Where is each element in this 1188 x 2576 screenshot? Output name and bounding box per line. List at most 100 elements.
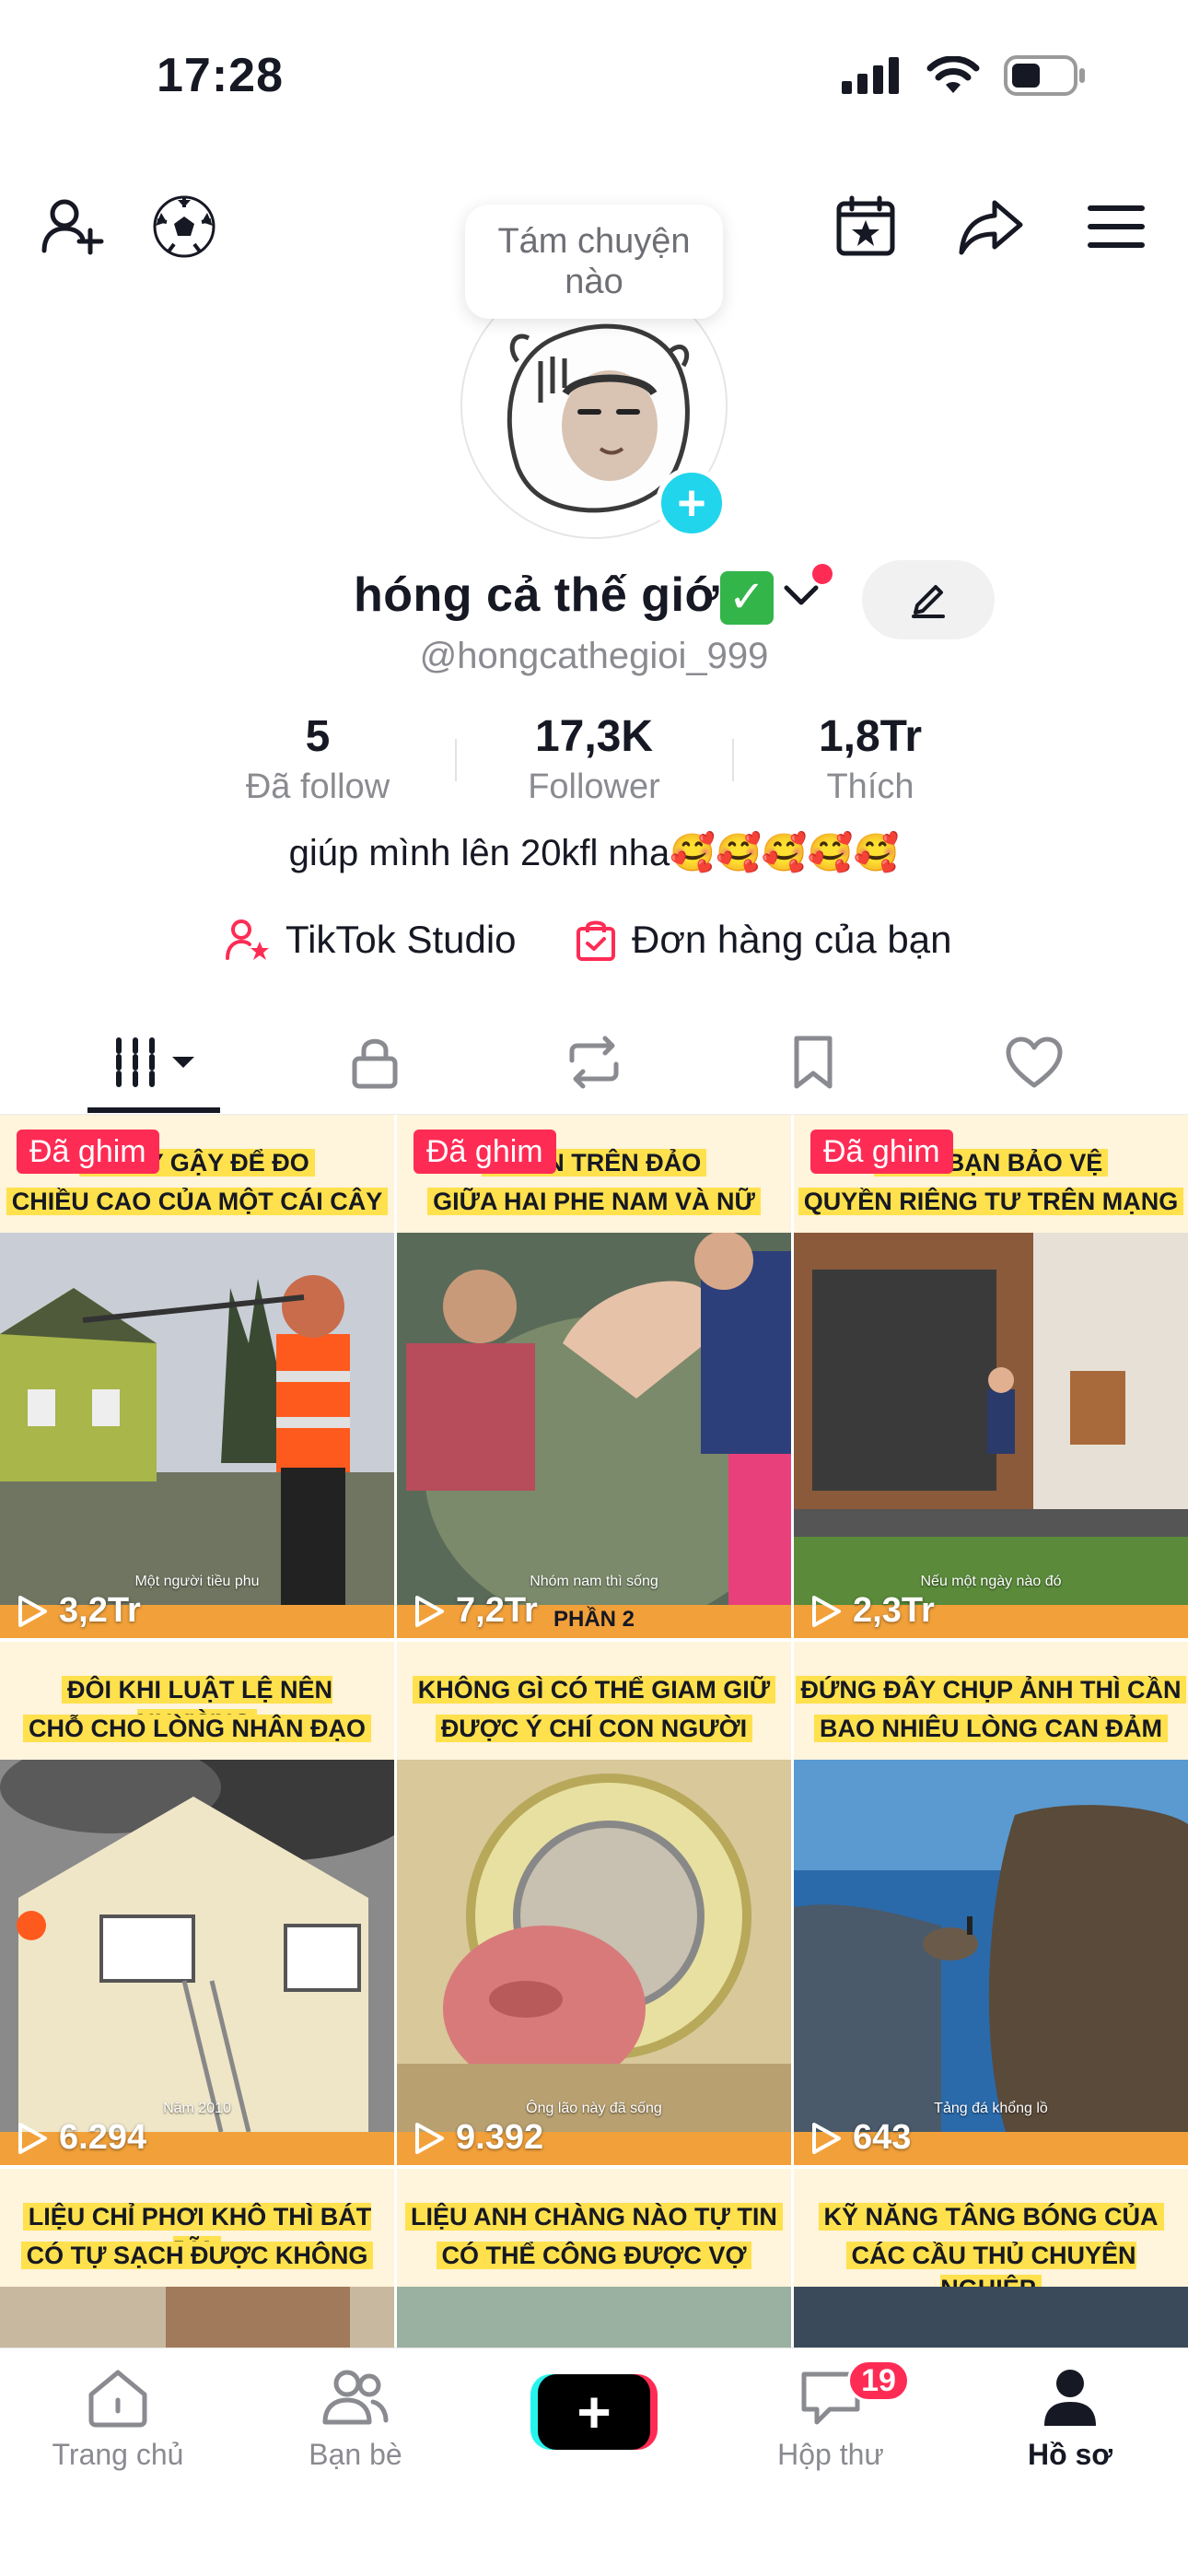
stat-divider: [455, 739, 457, 781]
stat-following[interactable]: 5 Đã follow: [207, 711, 428, 807]
video-caption-line: GIỮA HAI PHE NAM VÀ NỮ: [427, 1188, 761, 1215]
video-card[interactable]: GIÚP BẠN BẢO VỆ QUYỀN RIÊNG TƯ TRÊN MẠNG…: [794, 1115, 1188, 1638]
video-grid: G CÂY GẬY ĐỂ ĐO CHIỀU CAO CỦA MỘT CÁI CÂ…: [0, 1115, 1188, 2349]
wifi-icon: [926, 56, 980, 93]
tab-reposts[interactable]: [539, 1030, 649, 1095]
video-thumbnail: [397, 1233, 791, 1605]
battery-icon: [1004, 55, 1085, 96]
video-thumbnail: [794, 1760, 1188, 2132]
video-subtitle: Năm 2010: [163, 2101, 231, 2116]
video-caption-line: LIỆU ANH CHÀNG NÀO TỰ TIN: [405, 2203, 783, 2231]
stat-label: Thích: [826, 767, 914, 806]
video-caption-line: CÓ TỰ SẠCH ĐƯỢC KHÔNG: [20, 2242, 374, 2269]
profile-stats: 5 Đã follow 17,3K Follower 1,8Tr Thích: [0, 711, 1188, 822]
create-button[interactable]: +: [530, 2374, 658, 2450]
video-subtitle: Ông lão này đã sống: [526, 2101, 662, 2116]
stat-label: Đã follow: [245, 767, 390, 806]
video-thumbnail: [0, 1233, 394, 1605]
profile-tabs: [0, 1013, 1188, 1115]
nav-friends[interactable]: Bạn bè: [263, 2367, 448, 2472]
tab-liked[interactable]: [979, 1030, 1089, 1095]
link-label: TikTok Studio: [285, 918, 517, 961]
pinned-badge: Đã ghim: [413, 1130, 556, 1174]
view-count-value: 643: [853, 2118, 912, 2157]
tab-videos[interactable]: [99, 1030, 209, 1095]
orders-link[interactable]: Đơn hàng của bạn: [575, 918, 951, 962]
name-row: hóng cả thế giới ✓: [0, 560, 1188, 639]
lock-icon: [352, 1038, 398, 1089]
chevron-down-icon[interactable]: [783, 582, 820, 608]
video-card[interactable]: KHÔNG GÌ CÓ THỂ GIAM GIỮ ĐƯỢC Ý CHÍ CON …: [397, 1642, 791, 2165]
video-subtitle: Một người tiều phu: [134, 1574, 260, 1589]
video-card[interactable]: ĐÔI KHI LUẬT LỆ NÊN NHƯỜNG CHỖ CHO LÒNG …: [0, 1642, 394, 2165]
username: @hongcathegioi_999: [419, 636, 769, 676]
share-icon[interactable]: [956, 192, 1026, 262]
menu-icon[interactable]: [1081, 192, 1151, 262]
nav-profile[interactable]: Hồ sơ: [978, 2367, 1162, 2472]
video-caption-line: BAO NHIÊU LÒNG CAN ĐẢM: [814, 1715, 1168, 1742]
videos-grid-icon: [116, 1037, 194, 1087]
nav-label: Hộp thư: [777, 2438, 884, 2471]
play-icon: [18, 2122, 47, 2154]
video-card[interactable]: LIỆU CHỈ PHƠI KHÔ THÌ BÁT ĐĨA CÓ TỰ SẠCH…: [0, 2169, 394, 2349]
view-count-value: 3,2Tr: [59, 1591, 141, 1630]
view-count: 643: [810, 2118, 911, 2158]
video-card[interactable]: KỸ NĂNG TÂNG BÓNG CỦA CÁC CẦU THỦ CHUYÊN…: [794, 2169, 1188, 2349]
view-count-value: 2,3Tr: [853, 1591, 935, 1630]
video-caption-line: ĐƯỢC Ý CHÍ CON NGƯỜI: [435, 1715, 753, 1742]
video-card[interactable]: ĐỨNG ĐÂY CHỤP ẢNH THÌ CẦN BAO NHIÊU LÒNG…: [794, 1642, 1188, 2165]
stat-value: 5: [305, 712, 331, 761]
plus-icon: +: [538, 2374, 650, 2450]
video-subtitle: Nếu một ngày nào đó: [920, 1574, 1062, 1589]
view-count: 7,2Tr: [413, 1591, 538, 1631]
person-star-icon: [226, 919, 269, 960]
stat-likes[interactable]: 1,8Tr Thích: [760, 711, 981, 807]
pinned-badge: Đã ghim: [17, 1130, 159, 1174]
video-card[interactable]: G CÂY GẬY ĐỂ ĐO CHIỀU CAO CỦA MỘT CÁI CÂ…: [0, 1115, 394, 1638]
inbox-badge: 19: [847, 2359, 910, 2402]
play-icon: [812, 2122, 841, 2154]
nav-label: Hồ sơ: [1027, 2438, 1113, 2471]
view-count-value: 9.392: [456, 2118, 544, 2157]
video-thumbnail: [0, 1760, 394, 2132]
video-thumbnail: [0, 2287, 394, 2349]
video-caption-line: KHÔNG GÌ CÓ THỂ GIAM GIỮ: [412, 1676, 776, 1704]
friends-icon: [322, 2370, 389, 2425]
view-count-value: 7,2Tr: [456, 1591, 538, 1630]
edit-profile-button[interactable]: [862, 560, 995, 639]
video-card[interactable]: H TỒN TRÊN ĐẢO GIỮA HAI PHE NAM VÀ NỮ Nh…: [397, 1115, 791, 1638]
bookmark-icon: [794, 1036, 833, 1089]
video-caption-line: CHIỀU CAO CỦA MỘT CÁI CÂY: [6, 1188, 389, 1215]
tab-saved[interactable]: [758, 1030, 868, 1095]
tab-private[interactable]: [320, 1030, 430, 1095]
chat-bubble[interactable]: Tám chuyện nào: [465, 205, 723, 319]
stat-followers[interactable]: 17,3K Follower: [483, 711, 705, 807]
nav-inbox[interactable]: 19 Hộp thư: [739, 2359, 923, 2472]
repost-icon: [569, 1036, 619, 1089]
link-label: Đơn hàng của bạn: [632, 918, 952, 961]
soccer-ball-icon[interactable]: [149, 192, 219, 262]
video-caption-line: QUYỀN RIÊNG TƯ TRÊN MẠNG: [798, 1188, 1184, 1215]
stat-label: Follower: [528, 767, 660, 806]
add-friend-icon[interactable]: [37, 192, 107, 262]
nav-label: Trang chủ: [52, 2438, 184, 2471]
calendar-star-icon[interactable]: [831, 192, 901, 262]
play-icon: [812, 1595, 841, 1627]
video-thumbnail: [397, 1760, 791, 2132]
status-time: 17:28: [157, 49, 284, 102]
add-story-button[interactable]: +: [656, 467, 728, 539]
nav-home[interactable]: Trang chủ: [26, 2367, 210, 2472]
video-thumbnail: [397, 2287, 791, 2349]
status-bar: 17:28: [0, 0, 1188, 157]
play-icon: [18, 1595, 47, 1627]
view-count-value: 6.294: [59, 2118, 147, 2157]
stat-value: 1,8Tr: [818, 712, 923, 761]
video-caption-line: KỸ NĂNG TÂNG BÓNG CỦA: [818, 2203, 1164, 2231]
play-icon: [415, 1595, 444, 1627]
stat-value: 17,3K: [534, 712, 654, 761]
tiktok-studio-link[interactable]: TikTok Studio: [225, 918, 517, 962]
pencil-icon: [912, 585, 945, 618]
video-card[interactable]: LIỆU ANH CHÀNG NÀO TỰ TIN CÓ THỂ CÔNG ĐƯ…: [397, 2169, 791, 2349]
video-caption-line: CHỖ CHO LÒNG NHÂN ĐẠO: [23, 1715, 371, 1742]
video-caption-line: CÓ THỂ CÔNG ĐƯỢC VỢ: [436, 2242, 752, 2269]
